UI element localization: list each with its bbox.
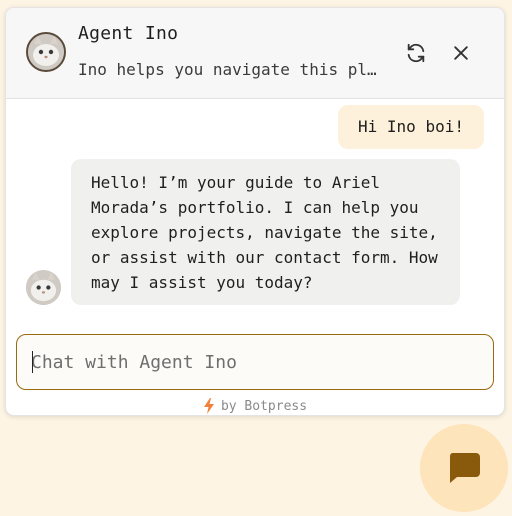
text-caret xyxy=(32,351,33,373)
chat-widget: Agent Ino Ino helps you navigate this pl… xyxy=(5,7,505,416)
chat-input[interactable] xyxy=(17,335,493,389)
cat-face-icon xyxy=(26,270,61,305)
refresh-button[interactable] xyxy=(403,40,429,66)
footer-text: by Botpress xyxy=(220,398,308,414)
composer xyxy=(16,334,494,390)
powered-by-footer[interactable]: by Botpress xyxy=(6,398,504,414)
cat-face-icon xyxy=(28,34,64,70)
bolt-icon xyxy=(203,398,214,414)
bot-message: Hello! I’m your guide to Ariel Morada’s … xyxy=(71,159,460,305)
close-button[interactable] xyxy=(448,40,474,66)
agent-subtitle: Ino helps you navigate this pl… xyxy=(78,60,377,79)
chat-launcher-button[interactable] xyxy=(420,424,508,512)
refresh-icon xyxy=(407,43,425,63)
close-icon xyxy=(454,46,468,60)
bot-avatar xyxy=(26,270,61,305)
chat-bubble-icon xyxy=(449,453,480,483)
agent-avatar xyxy=(26,32,66,72)
user-message: Hi Ino boi! xyxy=(338,105,484,149)
chat-header: Agent Ino Ino helps you navigate this pl… xyxy=(6,8,504,99)
agent-title: Agent Ino xyxy=(78,23,179,44)
